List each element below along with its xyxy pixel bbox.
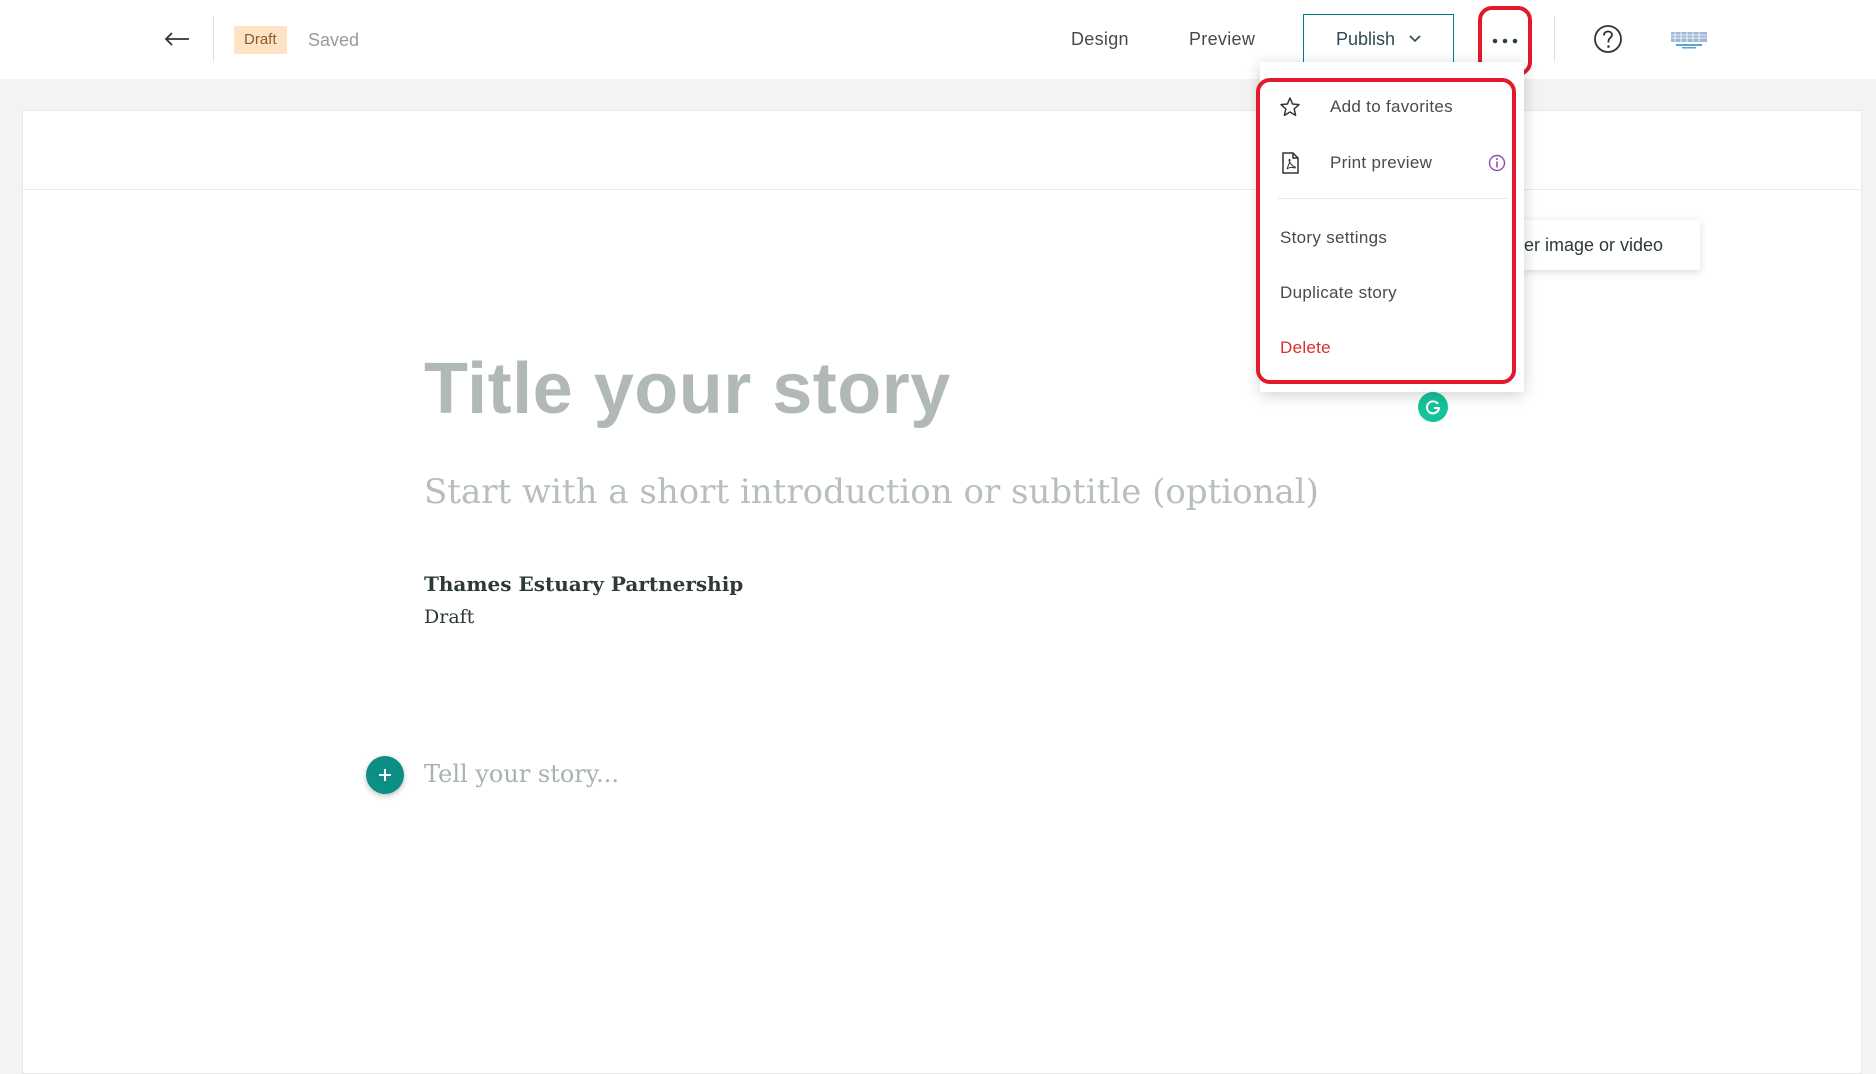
top-toolbar: Draft Saved Design Preview Publish <box>0 0 1876 79</box>
author-status: Draft <box>424 606 475 628</box>
menu-divider <box>1278 198 1508 199</box>
menu-item-story-settings[interactable]: Story settings <box>1260 213 1524 263</box>
question-circle-icon[interactable] <box>1593 24 1623 54</box>
menu-item-label: Add to favorites <box>1330 97 1453 116</box>
info-icon[interactable] <box>1488 154 1506 172</box>
back-button[interactable] <box>160 22 194 56</box>
author-name: Thames Estuary Partnership <box>424 572 744 596</box>
story-header-band <box>23 111 1861 190</box>
chevron-down-icon <box>1409 35 1421 43</box>
save-status: Saved <box>308 30 360 50</box>
menu-item-print-preview[interactable]: Print preview <box>1260 138 1524 188</box>
grammarly-icon[interactable] <box>1418 392 1448 422</box>
status-badge: Draft <box>234 26 287 54</box>
ellipsis-icon <box>1492 38 1518 44</box>
star-icon <box>1278 95 1302 119</box>
cover-media-tooltip[interactable]: er image or video <box>1520 220 1700 270</box>
story-title-input[interactable]: Title your story <box>424 348 951 430</box>
grammarly-g-icon <box>1426 400 1441 415</box>
menu-item-delete[interactable]: Delete <box>1260 323 1524 373</box>
tab-design[interactable]: Design <box>1071 29 1129 50</box>
arrow-left-icon <box>164 32 189 46</box>
org-logo-icon[interactable] <box>1670 30 1708 50</box>
menu-item-label: Duplicate story <box>1280 283 1397 302</box>
more-options-menu: Add to favorites Print preview Story set… <box>1260 62 1524 392</box>
toolbar-divider <box>213 16 214 62</box>
publish-button[interactable]: Publish <box>1303 14 1454 64</box>
toolbar-divider <box>1554 16 1555 62</box>
publish-label: Publish <box>1335 28 1396 49</box>
add-block-button[interactable] <box>366 756 404 794</box>
pdf-icon <box>1278 151 1302 175</box>
menu-item-label: Delete <box>1280 338 1331 357</box>
menu-item-duplicate-story[interactable]: Duplicate story <box>1260 268 1524 318</box>
story-subtitle-input[interactable]: Start with a short introduction or subti… <box>424 472 1319 512</box>
tab-preview[interactable]: Preview <box>1189 29 1255 50</box>
menu-item-label: Print preview <box>1330 153 1433 172</box>
menu-item-label: Story settings <box>1280 228 1388 247</box>
story-body-input[interactable]: Tell your story... <box>424 760 619 788</box>
plus-icon <box>379 769 391 781</box>
menu-item-add-to-favorites[interactable]: Add to favorites <box>1260 82 1524 132</box>
